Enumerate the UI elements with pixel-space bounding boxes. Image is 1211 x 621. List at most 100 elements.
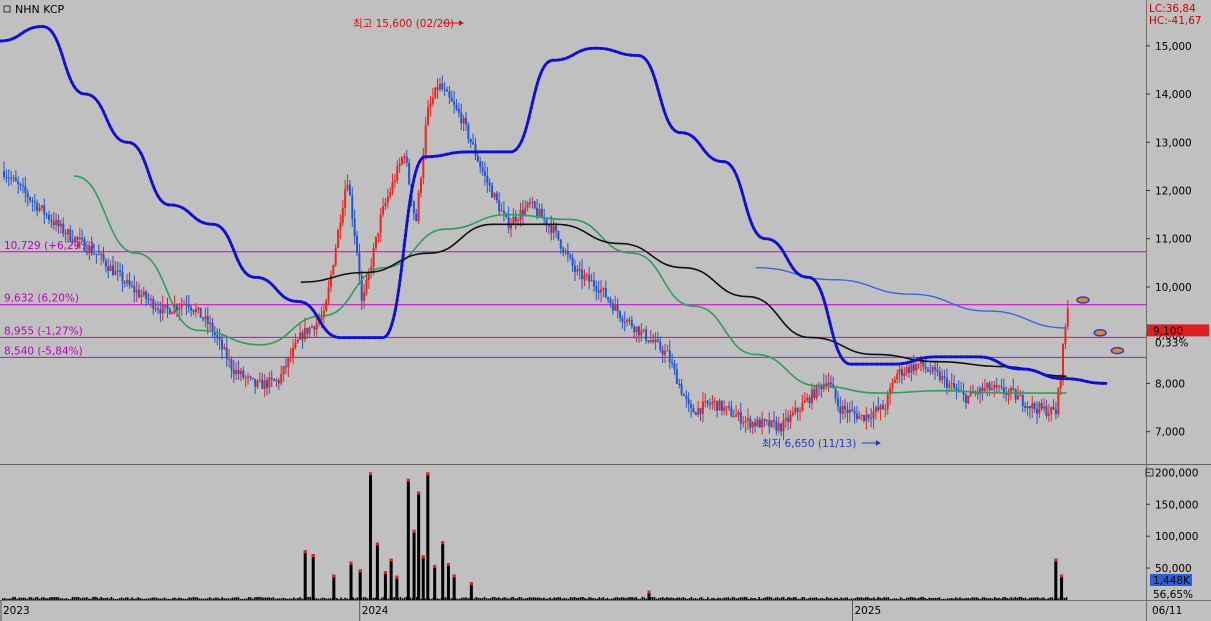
candle-body (953, 383, 956, 388)
volume-bar (543, 597, 545, 600)
volume-bar (670, 597, 672, 600)
candle-body (315, 322, 318, 330)
volume-panel[interactable] (0, 466, 1146, 600)
volume-bar (641, 596, 644, 600)
candle-body (770, 420, 773, 427)
current-price-label: 9,100 (1153, 325, 1183, 337)
volume-bar (229, 598, 232, 600)
candle-body (844, 405, 847, 410)
volume-bar (520, 597, 523, 600)
candle-body (171, 312, 174, 315)
volume-bar (26, 598, 29, 600)
volume-bar (295, 598, 297, 600)
volume-bar (846, 597, 849, 600)
volume-bar (1047, 598, 1049, 600)
volume-bar (204, 598, 207, 600)
candle-body (372, 248, 375, 267)
candle-body (344, 189, 347, 208)
volume-bar (157, 598, 160, 600)
candle-body (223, 347, 226, 350)
x-tick-label: 06/11 (1152, 605, 1182, 617)
volume-bar-cap (1060, 574, 1064, 578)
candle-body (694, 412, 697, 415)
candle-body (884, 408, 887, 410)
candle-body (152, 298, 155, 309)
volume-bar (143, 598, 146, 600)
current-pct-label: 0,33% (1155, 337, 1188, 349)
volume-bar (696, 598, 699, 600)
candle-body (995, 385, 998, 387)
candle-body (121, 272, 124, 283)
candle-body (749, 418, 752, 428)
volume-bar (1006, 598, 1008, 600)
volume-bar (51, 596, 53, 600)
candle-body (865, 414, 868, 421)
volume-bar (323, 597, 326, 600)
volume-bar (573, 596, 576, 600)
volume-bar (907, 597, 910, 600)
volume-bar (379, 598, 381, 600)
candle-body (555, 225, 558, 231)
volume-bar (450, 598, 453, 600)
candle-body (277, 380, 280, 384)
x-tick-label: 2023 (3, 605, 30, 617)
candle-body (415, 213, 418, 221)
volume-bar (349, 561, 353, 600)
volume-bar (672, 597, 674, 600)
candle-body (3, 171, 5, 178)
candle-body (727, 406, 730, 408)
volume-bar (227, 598, 230, 600)
stock-chart[interactable]: 10,729 (+6,29%) 9,632 (6,20%) 8,955 (-1,27… (0, 0, 1211, 621)
volume-bar (817, 598, 820, 600)
volume-bar (6, 598, 8, 600)
candle-body (562, 248, 565, 253)
candle-body (827, 382, 830, 386)
volume-bar (819, 598, 822, 600)
volume-bar (264, 597, 266, 600)
candle-body (998, 386, 1001, 388)
candle-body (732, 416, 735, 418)
candle-body (313, 326, 316, 330)
volume-bar (1022, 598, 1025, 600)
volume-bar (215, 597, 217, 600)
candle-body (550, 225, 553, 233)
candle-body (782, 420, 785, 432)
candle-body (78, 237, 81, 240)
volume-bar (981, 597, 984, 600)
candle-body (858, 415, 861, 420)
low-annotation: 최저 6,650 (11/13) (762, 438, 857, 450)
candle-body (242, 370, 245, 378)
volume-bar (586, 598, 588, 600)
volume-bar (524, 598, 527, 600)
volume-bar (223, 598, 225, 600)
candle-body (258, 379, 261, 381)
volume-bar (592, 598, 594, 600)
volume-bar (188, 597, 191, 600)
volume-bar (928, 597, 931, 600)
candle-body (247, 376, 250, 378)
volume-bar (1016, 597, 1019, 600)
volume-bar (352, 597, 355, 600)
volume-bar (1000, 598, 1002, 600)
candle-body (351, 195, 354, 219)
volume-bar (108, 598, 111, 600)
volume-bar (174, 597, 176, 600)
candle-body (493, 193, 496, 198)
candle-body (974, 392, 977, 394)
volume-bar (889, 598, 892, 600)
volume-bar (135, 598, 137, 600)
volume-bar (354, 598, 357, 600)
volume-bar (514, 598, 517, 600)
candle-body (848, 409, 851, 414)
volume-bar (1032, 597, 1035, 600)
candle-body (308, 327, 311, 334)
candle-body (119, 270, 122, 273)
volume-bar (778, 598, 781, 600)
price-panel[interactable] (0, 0, 1146, 463)
candle-body (161, 305, 164, 314)
candle-body (986, 383, 989, 388)
volume-bar (239, 598, 242, 600)
volume-bar (42, 597, 45, 600)
volume-bar (621, 597, 623, 600)
volume-bar (877, 596, 879, 600)
